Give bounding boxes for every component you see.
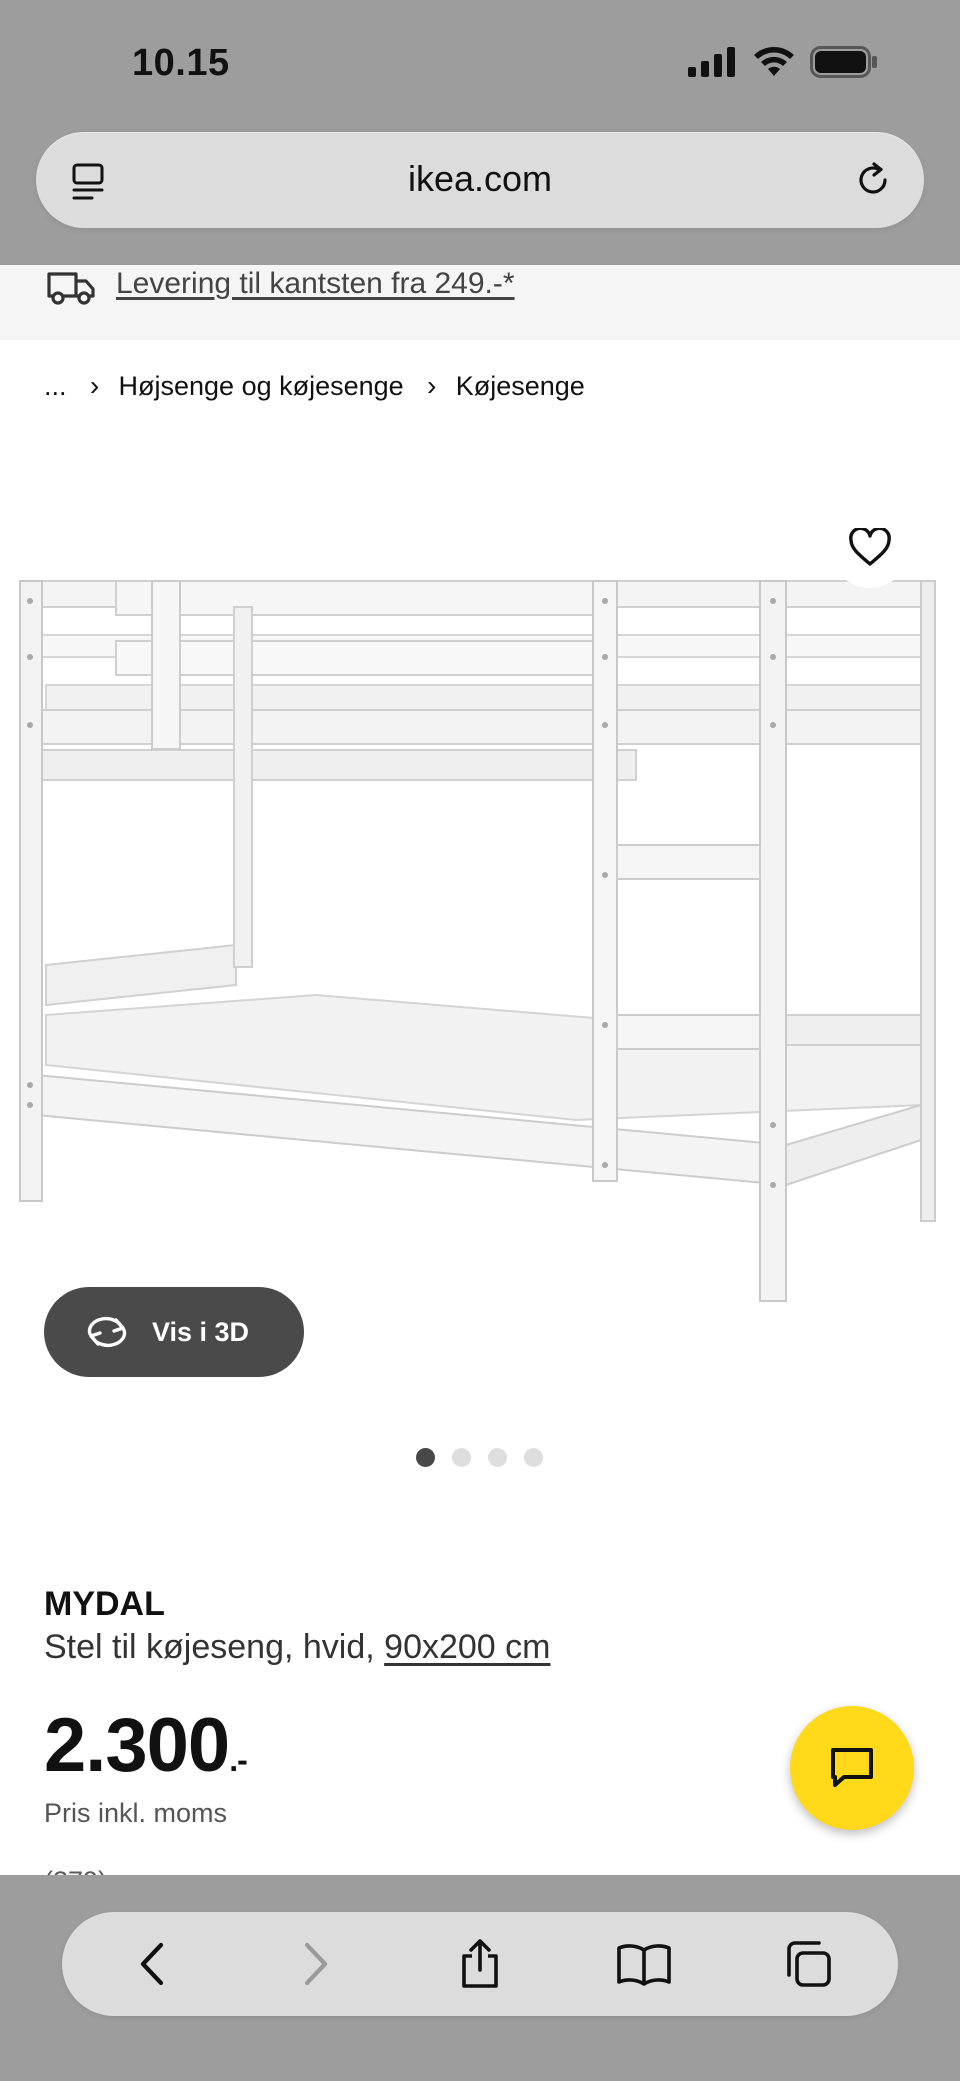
cellular-signal-icon	[688, 47, 735, 77]
pagination-dot[interactable]	[488, 1448, 507, 1467]
url-text[interactable]: ikea.com	[36, 158, 924, 200]
wifi-icon	[754, 47, 794, 76]
view-3d-button[interactable]: Vis i 3D	[44, 1287, 304, 1377]
bookmarks-button[interactable]	[604, 1924, 684, 2004]
reload-icon[interactable]	[852, 159, 894, 201]
battery-icon	[810, 46, 877, 78]
pagination-dot[interactable]	[416, 1448, 435, 1467]
status-time: 10.15	[132, 42, 230, 84]
tabs-icon	[787, 1941, 831, 1987]
tabs-button[interactable]	[768, 1924, 848, 2004]
back-button[interactable]	[112, 1924, 192, 2004]
chevron-right-icon	[304, 1942, 328, 1986]
breadcrumb: ... › Højsenge og køjesenge › Køjesenge	[44, 370, 585, 402]
price-value: 2.300	[44, 1703, 230, 1788]
share-button[interactable]	[440, 1924, 520, 2004]
book-icon	[617, 1944, 671, 1986]
chevron-left-icon	[140, 1942, 164, 1986]
front-left-post	[19, 580, 43, 1202]
delivery-banner[interactable]: Levering til kantsten fra 249.-*	[0, 265, 960, 340]
product-size-link[interactable]: 90x200 cm	[384, 1628, 550, 1666]
ladder-rail-left	[592, 580, 618, 1182]
product-description-text: Stel til køjeseng, hvid,	[44, 1628, 375, 1666]
pagination-dot[interactable]	[452, 1448, 471, 1467]
browser-bottom-chrome	[0, 1875, 960, 2081]
top-guard-rail	[115, 580, 617, 616]
forward-button[interactable]	[276, 1924, 356, 2004]
chevron-right-icon: ›	[427, 370, 437, 401]
breadcrumb-ellipsis[interactable]: ...	[44, 371, 67, 402]
price-suffix: .-	[229, 1742, 248, 1778]
browser-top-chrome: 10.15 ikea.com	[0, 0, 960, 265]
address-bar[interactable]: ikea.com	[36, 132, 924, 228]
chat-button[interactable]	[790, 1706, 914, 1830]
breadcrumb-item[interactable]: Køjesenge	[456, 371, 585, 402]
delivery-link[interactable]: Levering til kantsten fra 249.-*	[116, 267, 515, 301]
view-3d-label: Vis i 3D	[152, 1316, 250, 1347]
breadcrumb-item[interactable]: Højsenge og køjesenge	[119, 371, 404, 402]
browser-toolbar	[62, 1912, 898, 2016]
chevron-right-icon: ›	[89, 370, 100, 401]
pagination-dot[interactable]	[524, 1448, 543, 1467]
product-image[interactable]	[16, 545, 941, 1330]
truck-icon	[47, 272, 95, 305]
chat-bubble-icon	[831, 1748, 873, 1787]
status-icons	[688, 46, 878, 78]
favorite-button[interactable]	[830, 508, 910, 588]
front-right-post	[759, 580, 787, 1302]
share-icon	[462, 1939, 498, 1988]
product-name: MYDAL	[44, 1585, 165, 1623]
gallery-pagination	[416, 1448, 543, 1467]
price-note: Pris inkl. moms	[44, 1798, 228, 1828]
product-description: Stel til køjeseng, hvid, 90x200 cm	[44, 1628, 550, 1667]
rotate-icon	[87, 1316, 127, 1348]
heart-icon	[849, 528, 891, 566]
product-price: 2.300.-	[44, 1702, 248, 1789]
